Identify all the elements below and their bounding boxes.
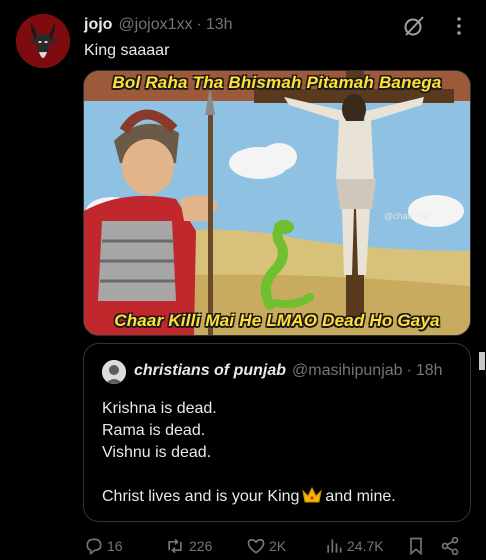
crown-icon [302,486,323,511]
quoted-author-handle: @masihipunjab [292,362,403,379]
repost-count: 226 [189,538,213,554]
reply-count: 16 [107,538,123,554]
scrollbar-thumb[interactable] [479,352,485,370]
grok-icon[interactable] [402,14,426,38]
bookmark-button[interactable] [406,534,429,558]
reply-button[interactable]: 16 [84,534,123,558]
bookmark-icon [410,537,422,556]
quoted-author-name: christians of punjab [134,362,287,379]
tweet-header: jojo @jojox1xx · 13h [84,14,233,36]
like-button[interactable]: 2K [246,534,286,558]
meme-caption-top: Bol Raha Tha Bhismah Pitamah Banega [112,73,442,92]
share-button[interactable] [440,534,463,558]
meme-caption-bottom: Chaar Killi Mai He LMAO Dead Ho Gaya [114,311,440,330]
quoted-line: Krishna is dead. [102,400,217,417]
like-icon [247,538,265,554]
tweet-media[interactable]: Bol Raha Tha Bhismah Pitamah Banega Chaa… [83,70,471,336]
action-bar: 16 226 2K 24.7K [84,534,474,558]
more-icon[interactable] [447,14,471,38]
quoted-author-avatar [102,360,126,384]
quoted-last-line: Christ lives and is your King and mine. [102,486,396,508]
separator-dot: · [196,16,202,33]
quoted-tweet[interactable]: christians of punjab @masihipunjab · 18h… [83,343,471,522]
quoted-text: Krishna is dead. Rama is dead. Vishnu is… [102,398,396,508]
views-count: 24.7K [347,538,384,554]
tweet-time[interactable]: 13h [206,16,233,34]
tweet-text: King saaaar [84,42,170,59]
author-avatar[interactable] [16,14,70,68]
repost-icon [168,538,182,554]
meme-watermark: @chad_mil [384,211,430,221]
quoted-line-part: Christ lives and is your King [102,488,300,505]
author-name[interactable]: jojo [84,16,112,34]
quoted-line [102,464,396,486]
separator-dot: · [406,362,412,379]
meme-image [84,71,470,335]
quoted-line: Rama is dead. [102,422,206,439]
views-icon [327,539,342,553]
quoted-line-part: and mine. [325,488,396,505]
quoted-header: christians of punjab @masihipunjab · 18h [134,362,443,380]
like-count: 2K [269,538,287,554]
quoted-time: 18h [415,362,443,379]
author-handle[interactable]: @jojox1xx [118,16,192,34]
repost-button[interactable]: 226 [164,534,212,558]
views-button[interactable]: 24.7K [324,534,384,558]
quoted-line: Vishnu is dead. [102,444,212,461]
reply-icon [86,538,102,556]
share-icon [441,536,459,556]
